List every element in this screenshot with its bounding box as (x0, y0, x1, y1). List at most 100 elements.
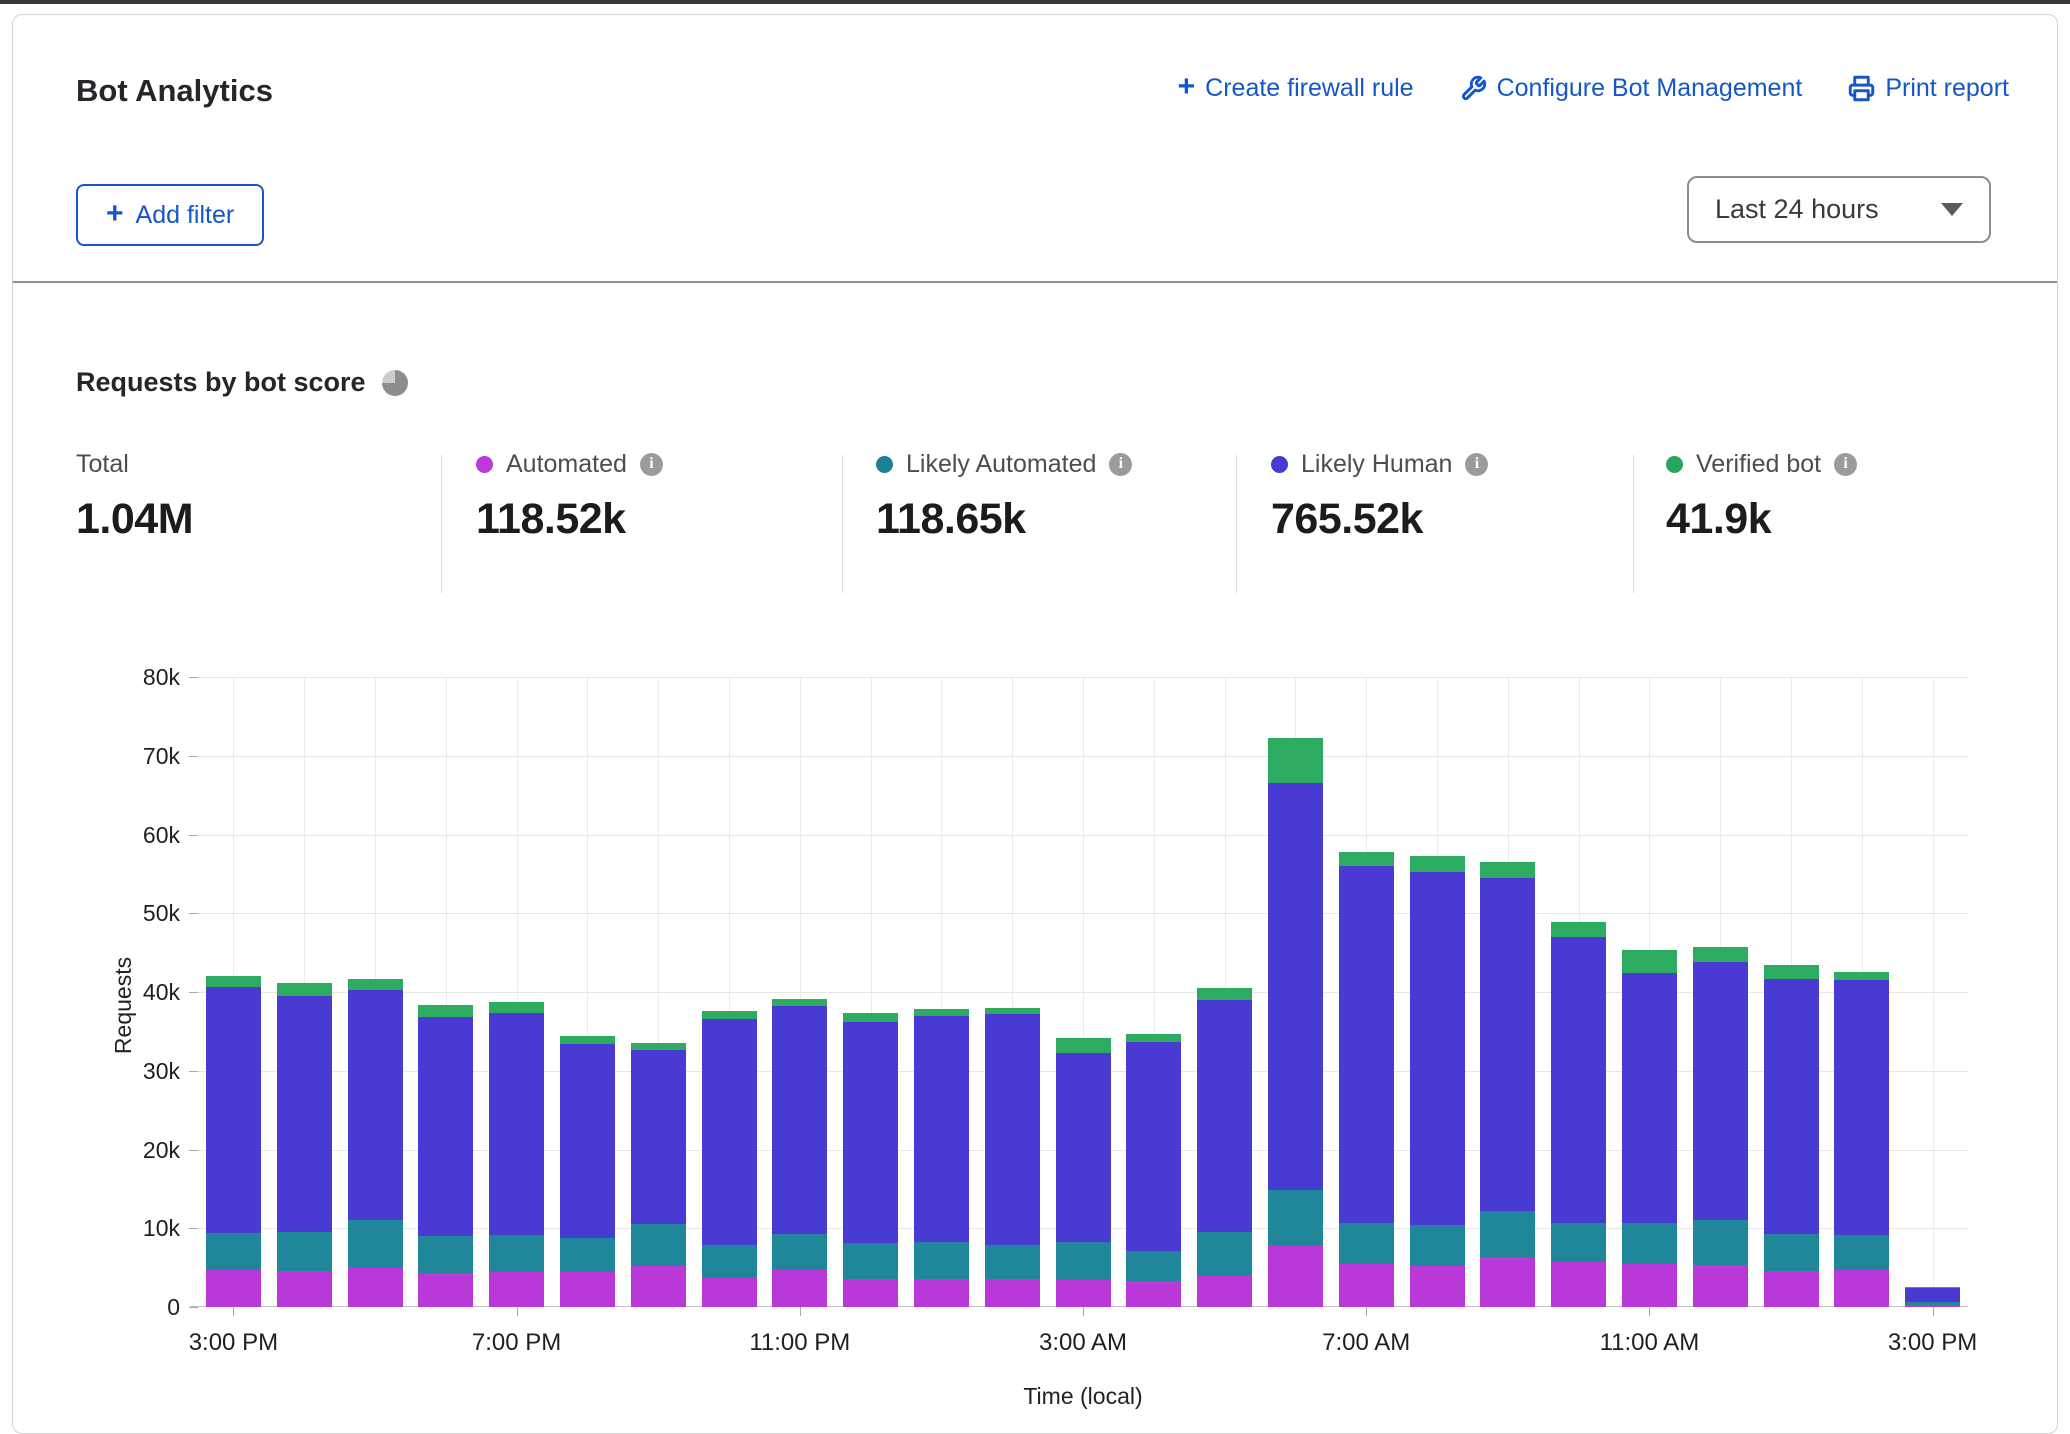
bar-segment-likely-automated[interactable] (1480, 1211, 1535, 1257)
chart-bar[interactable] (1126, 1034, 1181, 1307)
bar-segment-likely-human[interactable] (1693, 962, 1748, 1220)
bar-segment-likely-human[interactable] (206, 987, 261, 1233)
bar-segment-likely-human[interactable] (489, 1013, 544, 1234)
bar-segment-likely-automated[interactable] (560, 1238, 615, 1273)
bar-segment-verified-bot[interactable] (1268, 738, 1323, 784)
bar-segment-likely-human[interactable] (560, 1044, 615, 1238)
chart-bar[interactable] (1197, 988, 1252, 1307)
chart-bar[interactable] (1268, 738, 1323, 1307)
bar-segment-likely-human[interactable] (277, 996, 332, 1232)
chart-bar[interactable] (702, 1011, 757, 1307)
bar-segment-verified-bot[interactable] (1056, 1038, 1111, 1053)
bar-segment-likely-human[interactable] (348, 990, 403, 1220)
bar-segment-likely-automated[interactable] (489, 1235, 544, 1272)
chart-bar[interactable] (1410, 856, 1465, 1307)
bar-segment-verified-bot[interactable] (206, 976, 261, 988)
chart-bar[interactable] (206, 976, 261, 1308)
bar-segment-likely-automated[interactable] (1622, 1223, 1677, 1265)
bar-segment-verified-bot[interactable] (1622, 950, 1677, 974)
bar-segment-likely-automated[interactable] (1056, 1242, 1111, 1281)
bar-segment-likely-automated[interactable] (1693, 1220, 1748, 1265)
chart-bar[interactable] (1339, 852, 1394, 1307)
chart-bar[interactable] (985, 1008, 1040, 1307)
bar-segment-automated[interactable] (1693, 1265, 1748, 1307)
info-icon[interactable]: i (1465, 453, 1488, 476)
bar-segment-automated[interactable] (1622, 1264, 1677, 1307)
chart-bar[interactable] (560, 1036, 615, 1307)
bar-segment-likely-automated[interactable] (985, 1245, 1040, 1279)
chart-bar[interactable] (489, 1002, 544, 1307)
bar-segment-automated[interactable] (702, 1278, 757, 1307)
bar-segment-automated[interactable] (489, 1272, 544, 1307)
info-icon[interactable]: i (640, 453, 663, 476)
chart-bar[interactable] (1905, 1287, 1960, 1307)
bar-segment-automated[interactable] (1339, 1264, 1394, 1307)
bar-segment-verified-bot[interactable] (1410, 856, 1465, 872)
bar-segment-likely-automated[interactable] (1551, 1223, 1606, 1262)
bar-segment-likely-automated[interactable] (1126, 1251, 1181, 1281)
bar-segment-verified-bot[interactable] (772, 999, 827, 1006)
bar-segment-likely-human[interactable] (631, 1050, 686, 1225)
bar-segment-verified-bot[interactable] (489, 1002, 544, 1013)
bar-segment-verified-bot[interactable] (1834, 972, 1889, 981)
bar-segment-likely-automated[interactable] (1339, 1223, 1394, 1264)
bar-segment-verified-bot[interactable] (348, 979, 403, 991)
bar-segment-likely-human[interactable] (843, 1022, 898, 1243)
bar-segment-likely-human[interactable] (418, 1017, 473, 1236)
bar-segment-likely-human[interactable] (772, 1006, 827, 1234)
bar-segment-verified-bot[interactable] (1693, 947, 1748, 962)
chart-bar[interactable] (1764, 965, 1819, 1307)
bar-segment-verified-bot[interactable] (843, 1013, 898, 1022)
chart-bar[interactable] (1551, 922, 1606, 1307)
bar-segment-verified-bot[interactable] (1480, 862, 1535, 878)
chart-bar[interactable] (277, 983, 332, 1307)
chart-bar[interactable] (631, 1043, 686, 1307)
bar-segment-likely-human[interactable] (1480, 878, 1535, 1211)
bar-segment-automated[interactable] (1126, 1281, 1181, 1307)
bar-segment-verified-bot[interactable] (418, 1005, 473, 1017)
bar-segment-automated[interactable] (631, 1266, 686, 1307)
bar-segment-automated[interactable] (914, 1279, 969, 1307)
bar-segment-likely-human[interactable] (702, 1019, 757, 1245)
chart-bar[interactable] (1056, 1038, 1111, 1307)
bar-segment-likely-automated[interactable] (702, 1245, 757, 1278)
bar-segment-likely-automated[interactable] (1268, 1190, 1323, 1245)
bar-segment-likely-human[interactable] (1056, 1053, 1111, 1242)
bar-segment-likely-human[interactable] (1197, 1000, 1252, 1232)
chart-bar[interactable] (348, 979, 403, 1307)
configure-bot-management-link[interactable]: Configure Bot Management (1460, 74, 1803, 103)
chart-bar[interactable] (914, 1009, 969, 1307)
bar-segment-verified-bot[interactable] (1339, 852, 1394, 866)
bar-segment-likely-automated[interactable] (1197, 1232, 1252, 1275)
bar-segment-automated[interactable] (277, 1271, 332, 1307)
chart-bar[interactable] (418, 1005, 473, 1307)
bar-segment-likely-automated[interactable] (914, 1242, 969, 1280)
chart-bar[interactable] (772, 999, 827, 1307)
bar-segment-likely-human[interactable] (1551, 937, 1606, 1223)
bar-segment-likely-automated[interactable] (418, 1236, 473, 1273)
bar-segment-likely-automated[interactable] (1834, 1235, 1889, 1270)
bar-segment-likely-human[interactable] (1622, 973, 1677, 1223)
bar-segment-automated[interactable] (348, 1268, 403, 1307)
bar-segment-automated[interactable] (560, 1272, 615, 1307)
chart-bar[interactable] (843, 1013, 898, 1307)
bar-segment-likely-human[interactable] (1339, 866, 1394, 1223)
bar-segment-automated[interactable] (1764, 1271, 1819, 1307)
bar-segment-automated[interactable] (1197, 1276, 1252, 1308)
bar-segment-verified-bot[interactable] (277, 983, 332, 996)
info-icon[interactable]: i (1834, 453, 1857, 476)
bar-segment-likely-automated[interactable] (772, 1234, 827, 1270)
bar-segment-verified-bot[interactable] (702, 1011, 757, 1019)
chart-bar[interactable] (1693, 947, 1748, 1307)
bar-segment-verified-bot[interactable] (1197, 988, 1252, 1000)
bar-segment-automated[interactable] (985, 1279, 1040, 1307)
bar-segment-likely-human[interactable] (914, 1016, 969, 1242)
bar-segment-automated[interactable] (1410, 1266, 1465, 1307)
bar-segment-likely-human[interactable] (1268, 783, 1323, 1190)
bar-segment-likely-human[interactable] (1764, 979, 1819, 1233)
bar-segment-likely-automated[interactable] (1410, 1225, 1465, 1266)
bar-segment-likely-automated[interactable] (631, 1224, 686, 1266)
bar-segment-verified-bot[interactable] (560, 1036, 615, 1044)
bar-segment-automated[interactable] (843, 1279, 898, 1307)
create-firewall-rule-link[interactable]: + Create firewall rule (1178, 73, 1414, 103)
